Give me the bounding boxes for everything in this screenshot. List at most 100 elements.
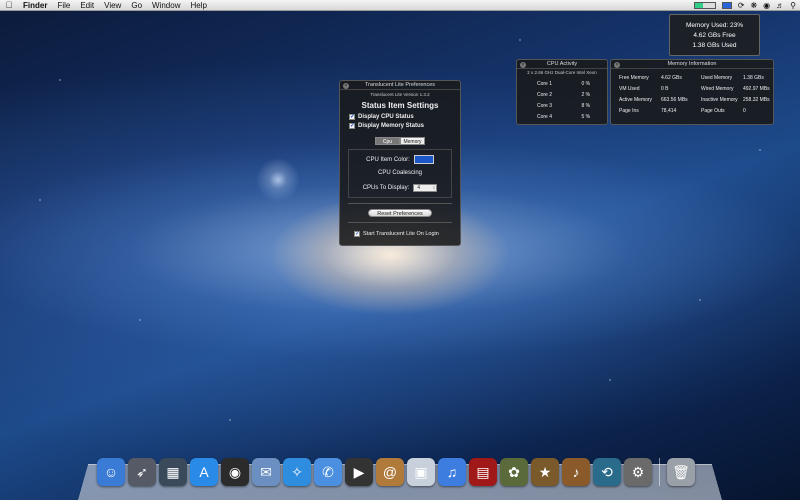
reset-preferences-button[interactable]: Reset Preferences [368,209,432,217]
tab-memory[interactable]: Memory [400,137,425,145]
bluetooth-menu-icon[interactable]: ❋ [750,1,757,10]
close-icon[interactable]: × [520,61,526,68]
checkmark-icon: ✓ [349,123,356,129]
display-cpu-status-label: Display CPU Status [358,114,414,120]
memory-used-percent: Memory Used: 23% [685,22,744,29]
separator [348,203,452,204]
stat-label: Active Memory [619,97,653,103]
apple-menu-icon[interactable]:  [0,0,18,10]
ichat-icon[interactable]: ✆ [314,458,342,486]
checkmark-icon: ✓ [349,114,356,120]
memory-free-amount: 4.62 GBs Free [693,32,736,39]
volume-menu-icon[interactable]: ♬ [776,1,784,10]
imovie-icon[interactable]: ★ [531,458,559,486]
table-row: Core 1 0 % [537,78,607,89]
address-book-icon[interactable]: @ [376,458,404,486]
cpu-activity-title: CPU Activity [546,61,578,67]
menu-edit[interactable]: Edit [75,1,99,10]
cpus-to-display-popup[interactable]: 4 [413,184,438,192]
stat-label: Wired Memory [701,86,734,92]
menu-go[interactable]: Go [126,1,147,10]
iphoto-icon[interactable]: ✿ [500,458,528,486]
stat-value: 663.56 MBs [661,97,688,103]
wifi-menu-icon[interactable]: ◉ [763,1,770,10]
stat-label: Inactive Memory [701,97,738,103]
menu-window[interactable]: Window [147,1,185,10]
separator [348,222,452,223]
stat-label: VM Used [619,86,640,92]
core-value: 5 % [581,113,591,120]
display-cpu-status-checkbox[interactable]: ✓ Display CPU Status [349,114,460,120]
stat-label: Used Memory [701,75,733,81]
cpus-to-display-label: CPUs To Display: [362,185,410,191]
tab-cpu[interactable]: Cpu [375,137,400,145]
cpu-status-item-icon[interactable] [693,2,716,9]
menu-bar:  Finder File Edit View Go Window Help ⟳… [0,0,800,11]
system-preferences-icon[interactable]: ⚙ [624,458,652,486]
facetime-icon[interactable]: ▶ [345,458,373,486]
start-on-login-label: Start Translucent Lite On Login [363,231,439,237]
stat-value: 78,414 [661,108,677,114]
stat-value: 0 B [661,86,669,92]
memory-information-titlebar: × Memory Information [611,60,773,69]
start-on-login-checkbox[interactable]: ✓ Start Translucent Lite On Login [354,231,460,237]
safari-icon[interactable]: ✧ [283,458,311,486]
dashboard-icon[interactable]: ◉ [221,458,249,486]
stat-label: Page Ins [619,108,639,114]
mission-control-icon[interactable]: ▦ [159,458,187,486]
spotlight-search-icon[interactable]: ⚲ [790,1,796,10]
memory-status-item-icon[interactable] [721,2,732,9]
checkmark-icon: ✓ [354,231,361,237]
close-icon[interactable]: × [614,61,620,68]
time-machine-icon[interactable]: ⟲ [593,458,621,486]
memory-used-amount: 1.38 GBs Used [692,42,737,49]
app-store-icon[interactable]: A [190,458,218,486]
stat-label: Free Memory [619,75,649,81]
trash-icon[interactable]: 🗑 [667,458,695,486]
cpu-activity-panel: × CPU Activity 2 x 2.66 GHz Dual-Core In… [516,59,608,125]
display-memory-status-checkbox[interactable]: ✓ Display Memory Status [349,123,460,129]
core-value: 0 % [581,80,591,87]
cpu-core-table: Core 1 0 % Core 2 2 % Core 3 8 % Core 4 5 % [537,78,607,122]
itunes-icon[interactable]: ♫ [438,458,466,486]
cpu-activity-titlebar: × CPU Activity [517,60,607,69]
time-machine-menu-icon[interactable]: ⟳ [738,1,745,10]
core-value: 2 % [581,91,591,98]
cpu-item-color-row: CPU Item Color: [349,155,451,164]
memory-information-panel: × Memory Information Free Memory 4.62 GB… [610,59,774,125]
table-row: Core 3 8 % [537,100,607,111]
menu-finder[interactable]: Finder [18,1,52,10]
translucent-lite-preferences-window: × Translucent Lite Preferences Transluce… [339,80,461,246]
launchpad-icon[interactable]: ➶ [128,458,156,486]
dock-separator [659,458,660,486]
dock: ☺ ➶ ▦ A ◉ ✉ ✧ ✆ ▶ @ ▣ ♫ ▤ ✿ ★ ♪ ⟲ ⚙ 🗑 [97,458,695,486]
stat-value: 0 [743,108,746,114]
cpu-settings-group: CPU Item Color: CPU Coalescing CPUs To D… [348,149,452,198]
stat-value: 4.62 GBs [661,75,682,81]
core-label: Core 1 [537,80,553,87]
finder-icon[interactable]: ☺ [97,458,125,486]
stat-value: 492.97 MBs [743,86,770,92]
table-row: Core 4 5 % [537,111,607,122]
core-label: Core 3 [537,102,553,109]
menu-file[interactable]: File [52,1,75,10]
cpu-item-color-well[interactable] [413,155,434,164]
cpu-coalescing-label[interactable]: CPU Coalescing [349,170,451,176]
mail-icon[interactable]: ✉ [252,458,280,486]
menu-help[interactable]: Help [185,1,211,10]
memory-information-title: Memory Information [667,61,717,67]
memory-status-dropdown: Memory Used: 23% 4.62 GBs Free 1.38 GBs … [669,14,760,56]
menu-view[interactable]: View [99,1,126,10]
stat-label: Page Outs [701,108,725,114]
cpus-to-display-row: CPUs To Display: 4 [349,184,451,192]
preview-icon[interactable]: ▣ [407,458,435,486]
memory-stats-grid: Free Memory 4.62 GBs Used Memory 1.38 GB… [611,69,773,114]
version-label: Translucent Lite Version 1.3.2 [370,92,430,97]
garageband-icon[interactable]: ♪ [562,458,590,486]
status-tray: ⟳ ❋ ◉ ♬ ⚲ [693,0,796,11]
core-value: 8 % [581,102,591,109]
close-icon[interactable]: × [343,82,349,89]
stat-value: 258.32 MBs [743,97,770,103]
preferences-title: Translucent Lite Preferences [364,82,436,88]
photo-booth-icon[interactable]: ▤ [469,458,497,486]
